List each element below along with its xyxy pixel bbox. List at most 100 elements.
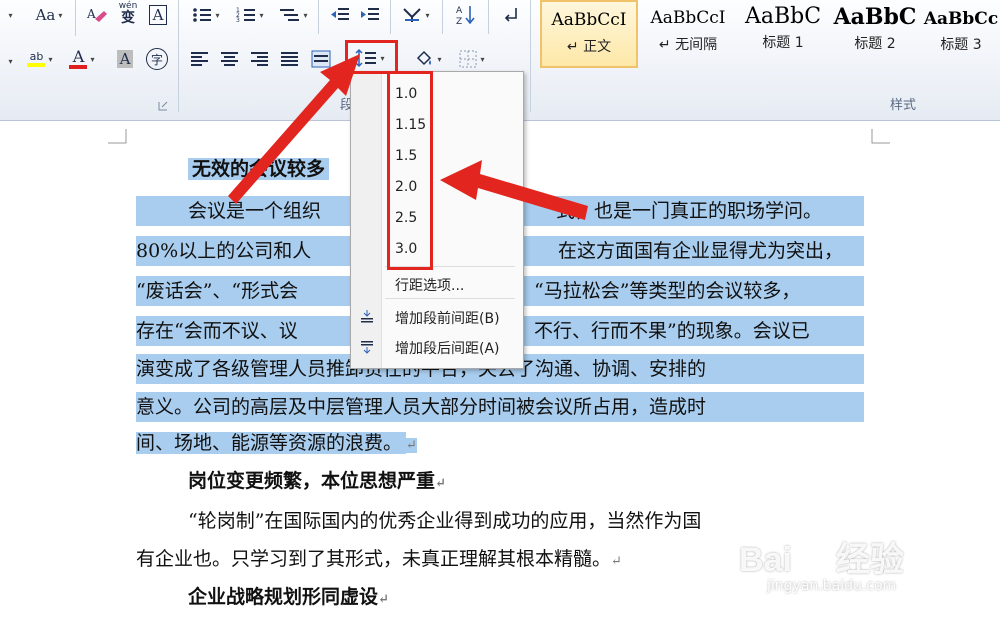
style-preview: AaBbC xyxy=(744,4,822,29)
text-line-tail: 式，也是一门真正的职场学问。 xyxy=(556,200,823,222)
pinyin-char-icon: 变 xyxy=(121,9,135,26)
text-line: 意义。公司的高层及中层管理人员大部分时间被会议所占用，造成时 xyxy=(136,392,864,422)
char-border-button[interactable]: A xyxy=(146,4,170,26)
watermark-brand: Bai xyxy=(739,541,792,579)
add-space-before-item[interactable]: 增加段前间距(B) xyxy=(395,308,500,328)
numbering-icon: 123 xyxy=(236,7,256,24)
watermark-brand-2: 经验 xyxy=(835,541,904,579)
space-after-icon xyxy=(361,341,373,354)
paragraph-mark: ↵ xyxy=(435,476,446,491)
style-heading-3[interactable]: AaBbCc 标题 3 xyxy=(922,0,1000,68)
bullets-icon xyxy=(193,8,212,22)
svg-text:3: 3 xyxy=(236,17,240,24)
annotation-box-options xyxy=(387,71,433,270)
styles-group-label: 样式 xyxy=(890,98,917,113)
decrease-indent-button[interactable] xyxy=(328,4,352,26)
style-name: 标题 1 xyxy=(762,35,804,51)
show-marks-button[interactable] xyxy=(496,4,526,26)
svg-text:A: A xyxy=(456,6,463,16)
sort-button[interactable]: AZ xyxy=(450,4,480,26)
separator xyxy=(530,0,531,112)
style-heading-2[interactable]: AaBbC 标题 2 xyxy=(830,0,920,68)
chinese-layout-icon xyxy=(403,8,422,22)
char-shading-icon: A xyxy=(116,50,134,68)
text-line-tail: “马拉松会”等类型的会议较多， xyxy=(534,280,801,302)
svg-text:Z: Z xyxy=(456,17,462,26)
paw-icon xyxy=(793,544,834,581)
font-dialog-launcher-icon[interactable] xyxy=(158,96,168,111)
multilevel-list-icon xyxy=(280,9,300,21)
distributed-icon xyxy=(311,50,331,68)
annotation-box-button xyxy=(345,40,398,74)
highlighter-icon: ab xyxy=(27,51,46,67)
enclose-char-button[interactable]: 字 xyxy=(144,48,170,70)
add-space-after-item[interactable]: 增加段后间距(A) xyxy=(395,338,500,358)
paragraph-mark: ↵ xyxy=(406,438,417,453)
separator xyxy=(75,0,76,36)
borders-icon xyxy=(459,50,477,68)
shading-button[interactable]: ▾ xyxy=(408,48,448,70)
style-name: ↵ 无间隔 xyxy=(658,37,718,53)
change-case-button[interactable]: Aa ▾ xyxy=(30,4,68,26)
align-right-button[interactable] xyxy=(248,48,272,70)
paragraph-mark: ↵ xyxy=(611,554,622,569)
char-border-icon: A xyxy=(148,5,168,25)
chinese-layout-button[interactable]: ▾ xyxy=(398,4,434,26)
paint-bucket-icon xyxy=(417,50,432,66)
distributed-button[interactable] xyxy=(308,48,334,70)
text-line: 有企业也。只学习到了其形式，未真正理解其根本精髓。↵ xyxy=(136,548,622,570)
heading-line: 企业战略规划形同虚设↵ xyxy=(188,586,389,608)
highlight-color-button[interactable]: ab ▾ xyxy=(20,48,60,70)
baidu-jingyan-watermark: Bai 经验 jingyan.baidu.com xyxy=(739,532,974,602)
text-line: “轮岗制”在国际国内的优秀企业得到成功的应用，当然作为国 xyxy=(188,510,702,532)
space-before-icon xyxy=(361,310,373,323)
svg-text:A: A xyxy=(86,7,96,21)
font-color-button[interactable]: A ▾ xyxy=(64,48,100,70)
text-line: 间、场地、能源等资源的浪费。 ↵ xyxy=(136,432,417,454)
style-heading-1[interactable]: AaBbC 标题 1 xyxy=(738,0,828,68)
align-right-icon xyxy=(251,52,268,66)
align-left-icon xyxy=(191,52,208,66)
multilevel-list-button[interactable]: ▾ xyxy=(276,4,312,26)
line-spacing-menu: 1.0 1.15 1.5 2.0 2.5 3.0 行距选项... 增加段前间距(… xyxy=(350,71,524,369)
increase-indent-icon xyxy=(361,8,379,20)
watermark-url: jingyan.baidu.com xyxy=(767,578,897,594)
style-name: ↵ 正文 xyxy=(566,39,612,55)
align-left-button[interactable] xyxy=(188,48,212,70)
increase-indent-button[interactable] xyxy=(358,4,382,26)
paragraph-mark: ↵ xyxy=(378,592,389,607)
borders-button[interactable]: ▾ xyxy=(452,48,492,70)
line-spacing-options-item[interactable]: 行距选项... xyxy=(395,275,464,295)
style-name: 标题 3 xyxy=(940,37,982,53)
pinyin-guide-button[interactable]: wén 变 xyxy=(114,1,142,26)
clear-format-icon: A xyxy=(86,7,107,22)
separator xyxy=(442,0,443,34)
style-preview: AaBbCcI xyxy=(650,8,726,28)
separator xyxy=(488,0,489,34)
menu-divider xyxy=(385,298,515,299)
page-corner-mark xyxy=(871,129,890,144)
change-case-label: Aa xyxy=(35,6,56,24)
numbering-button[interactable]: 1 2 3 ▾ xyxy=(232,4,268,26)
separator xyxy=(318,0,319,34)
style-preview: AaBbCc xyxy=(923,9,999,29)
char-shading-button[interactable]: A xyxy=(112,48,138,70)
page-corner-mark xyxy=(108,129,127,144)
justify-button[interactable] xyxy=(278,48,302,70)
style-normal[interactable]: AaBbCcI ↵ 正文 xyxy=(540,0,638,68)
align-center-icon xyxy=(221,52,238,66)
font-row2-edge: ▾ xyxy=(8,56,13,66)
heading-line: 岗位变更频繁，本位思想严重↵ xyxy=(188,470,446,492)
text-line-tail: 在这方面国有企业显得尤为突出， xyxy=(558,240,844,262)
paragraph-mark-icon xyxy=(504,8,517,22)
style-preview: AaBbCcI xyxy=(551,10,627,30)
bullets-button[interactable]: ▾ xyxy=(188,4,224,26)
style-no-spacing[interactable]: AaBbCcI ↵ 无间隔 xyxy=(640,0,736,68)
font-color-icon: A xyxy=(69,49,88,69)
decrease-indent-icon xyxy=(331,8,349,20)
style-preview: AaBbC xyxy=(833,4,917,30)
align-center-button[interactable] xyxy=(218,48,242,70)
clear-format-button[interactable]: A xyxy=(84,4,110,26)
sort-icon: AZ xyxy=(456,6,475,26)
style-name: 标题 2 xyxy=(854,36,896,52)
